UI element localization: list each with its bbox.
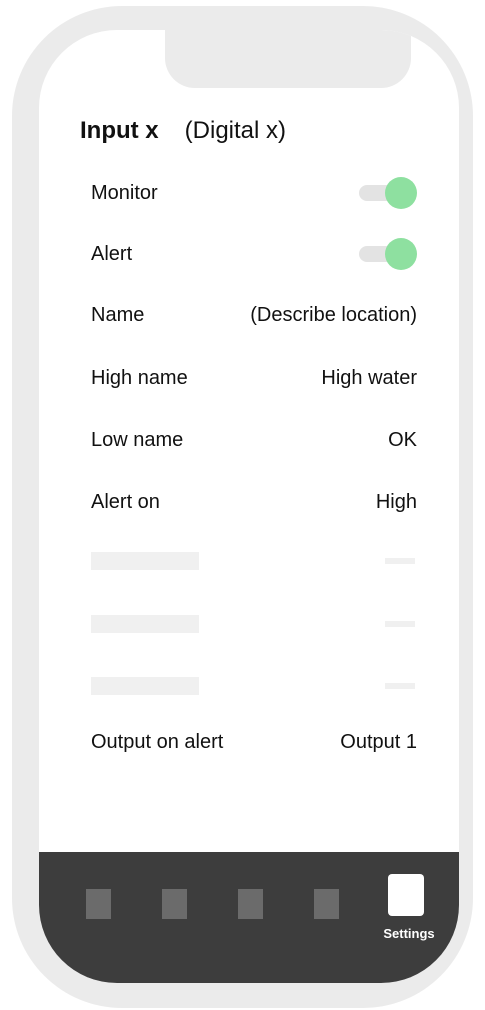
phone-notch	[165, 30, 411, 88]
tab-1-icon[interactable]	[86, 889, 111, 919]
name-label: Name	[91, 303, 145, 326]
tab-3-icon[interactable]	[238, 889, 263, 919]
alert-label: Alert	[91, 242, 133, 265]
settings-icon	[388, 874, 424, 916]
placeholder-label	[91, 552, 199, 570]
tab-2-icon[interactable]	[162, 889, 187, 919]
monitor-toggle-knob	[385, 177, 417, 209]
placeholder-value	[385, 621, 415, 627]
placeholder-value	[385, 683, 415, 689]
alert-toggle-knob	[385, 238, 417, 270]
alert-on-label: Alert on	[91, 490, 160, 513]
page-title: Input x	[80, 117, 159, 144]
setting-row-alert: Alert	[91, 238, 417, 270]
low-name-value[interactable]: OK	[388, 429, 417, 452]
monitor-label: Monitor	[91, 181, 158, 204]
page-header: Input x (Digital x)	[80, 117, 286, 151]
low-name-label: Low name	[91, 428, 184, 451]
monitor-toggle[interactable]	[359, 177, 417, 209]
alert-on-value[interactable]: High	[376, 491, 417, 514]
high-name-label: High name	[91, 366, 188, 389]
tab-4-icon[interactable]	[314, 889, 339, 919]
placeholder-row	[91, 677, 417, 695]
setting-row-output-on-alert[interactable]: Output on alert Output 1	[91, 726, 417, 758]
alert-toggle[interactable]	[359, 238, 417, 270]
setting-row-name[interactable]: Name (Describe location)	[91, 299, 417, 331]
placeholder-value	[385, 558, 415, 564]
tab-settings[interactable]: Settings	[377, 874, 441, 944]
placeholder-row	[91, 552, 417, 570]
page-subtitle: (Digital x)	[184, 117, 286, 144]
name-value[interactable]: (Describe location)	[250, 304, 417, 327]
output-on-alert-label: Output on alert	[91, 730, 224, 753]
output-on-alert-value[interactable]: Output 1	[340, 731, 417, 754]
placeholder-row	[91, 615, 417, 633]
setting-row-high-name[interactable]: High name High water	[91, 362, 417, 394]
setting-row-alert-on[interactable]: Alert on High	[91, 486, 417, 518]
setting-row-monitor: Monitor	[91, 177, 417, 209]
placeholder-label	[91, 615, 199, 633]
placeholder-label	[91, 677, 199, 695]
high-name-value[interactable]: High water	[321, 367, 417, 390]
tab-settings-label: Settings	[383, 926, 435, 941]
setting-row-low-name[interactable]: Low name OK	[91, 424, 417, 456]
bottom-tab-bar: Settings	[39, 852, 459, 983]
